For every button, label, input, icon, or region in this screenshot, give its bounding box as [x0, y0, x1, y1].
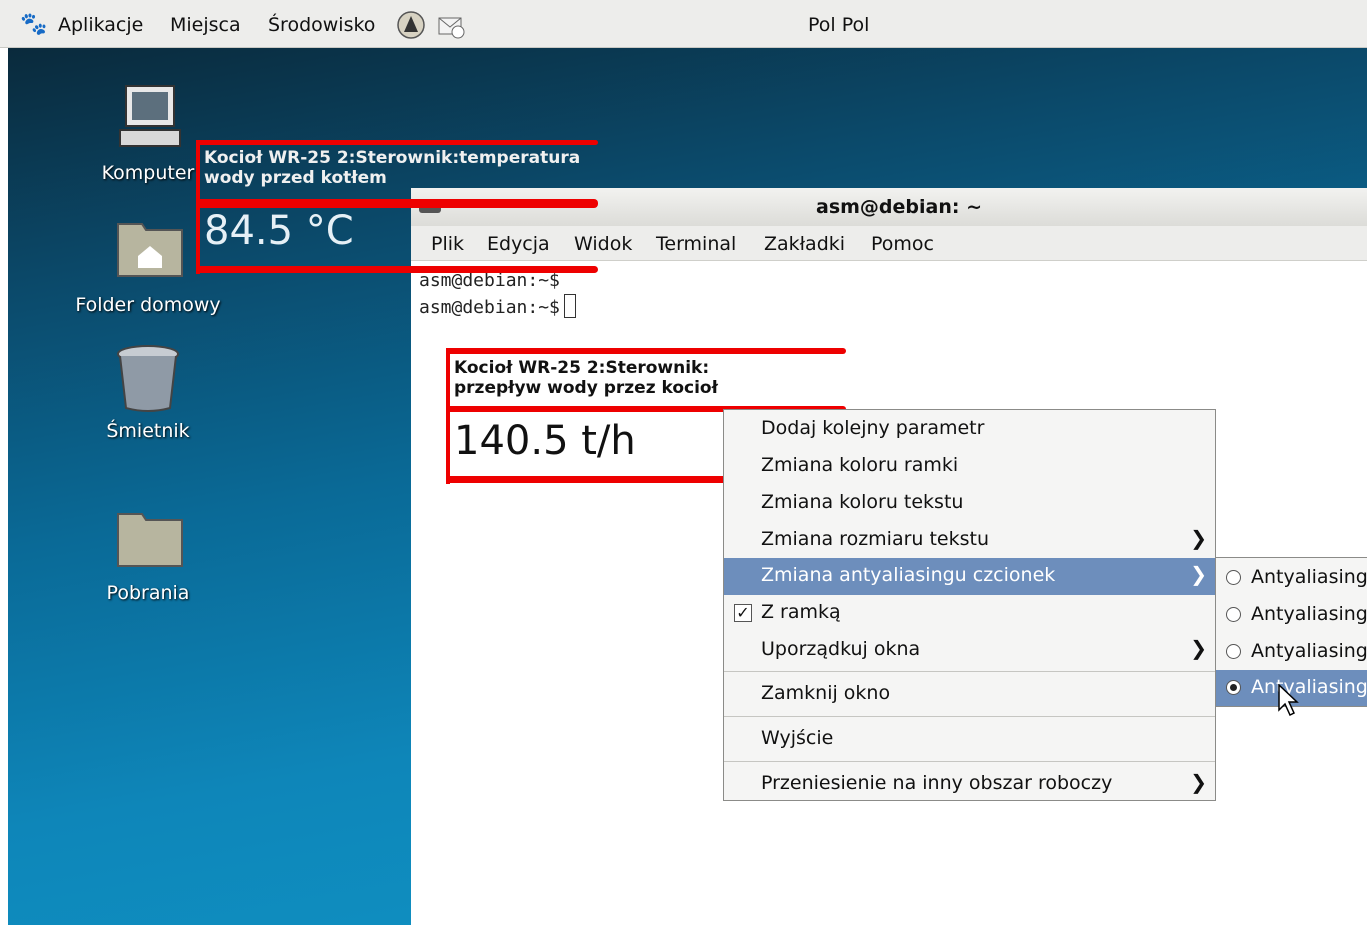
menu-item-antialiasing[interactable]: Zmiana antyaliasingu czcionek ❯ — [724, 558, 1215, 595]
widget-title: Kocioł WR-25 2:Sterownik: przepływ wody … — [454, 358, 718, 398]
mail-clock-icon[interactable] — [436, 10, 466, 40]
menu-aplikacje[interactable]: Aplikacje — [58, 14, 143, 36]
mouse-pointer-icon — [1278, 684, 1299, 717]
menu-srodowisko[interactable]: Środowisko — [268, 14, 375, 36]
terminal-line: asm@debian:~$ — [419, 294, 576, 321]
menu-item-close-window[interactable]: Zamknij okno — [724, 676, 1215, 713]
desktop-icon-label: Folder domowy — [75, 294, 221, 316]
desktop-icon-downloads[interactable]: Pobrania — [68, 508, 228, 618]
user-name[interactable]: Pol Pol — [808, 14, 869, 36]
radio-off-icon[interactable] — [1226, 607, 1241, 622]
menu-item-add-parameter[interactable]: Dodaj kolejny parametr — [724, 411, 1215, 448]
widget-border-top — [446, 348, 846, 354]
desktop-icon-label: Pobrania — [106, 582, 190, 604]
home-folder-icon — [117, 223, 183, 277]
submenu-option[interactable]: Antyaliasing — [1216, 560, 1367, 597]
desktop-icon-label: Śmietnik — [106, 420, 190, 442]
folder-icon — [117, 513, 183, 567]
radio-on-icon[interactable] — [1226, 680, 1241, 695]
radio-off-icon[interactable] — [1226, 570, 1241, 585]
menu-item-text-color[interactable]: Zmiana koloru tekstu — [724, 485, 1215, 522]
menu-item-move-workspace[interactable]: Przeniesienie na inny obszar roboczy ❯ — [724, 766, 1215, 803]
menu-miejsca[interactable]: Miejsca — [170, 14, 241, 36]
computer-icon — [119, 85, 181, 147]
menu-separator — [724, 716, 1215, 717]
terminal-cursor — [563, 294, 576, 318]
widget-value: 140.5 t/h — [454, 418, 636, 464]
menu-item-border-color[interactable]: Zmiana koloru ramki — [724, 448, 1215, 485]
submenu-option[interactable]: Antyaliasing — [1216, 634, 1367, 671]
terminal-output[interactable]: asm@debian:~$ asm@debian:~$ — [419, 267, 576, 321]
menu-terminal[interactable]: Terminal — [656, 233, 736, 255]
menu-pomoc[interactable]: Pomoc — [871, 233, 934, 255]
menu-separator — [724, 671, 1215, 672]
menu-zakladki[interactable]: Zakładki — [764, 233, 845, 255]
chevron-right-icon: ❯ — [1190, 526, 1207, 550]
widget-border-top — [196, 140, 598, 145]
widget-border-bottom — [196, 266, 598, 273]
help-icon[interactable] — [396, 10, 426, 40]
gnome-foot-icon[interactable]: 🐾 — [20, 12, 47, 37]
radio-off-icon[interactable] — [1226, 644, 1241, 659]
widget-value: 84.5 °C — [204, 208, 354, 254]
menu-item-with-border[interactable]: ✓ Z ramką — [724, 595, 1215, 632]
menu-item-exit[interactable]: Wyjście — [724, 721, 1215, 758]
widget-temperature[interactable]: Kocioł WR-25 2:Sterownik:temperatura wod… — [196, 140, 598, 274]
terminal-title: asm@debian: ~ — [816, 196, 983, 218]
trash-icon — [117, 345, 179, 412]
chevron-right-icon: ❯ — [1190, 636, 1207, 660]
checkbox-checked-icon[interactable]: ✓ — [734, 604, 752, 622]
menu-item-text-size[interactable]: Zmiana rozmiaru tekstu ❯ — [724, 522, 1215, 559]
widget-border-left — [446, 348, 450, 484]
desktop-icon-trash[interactable]: Śmietnik — [68, 344, 228, 454]
top-panel: 🐾 Aplikacje Miejsca Środowisko Pol Pol — [0, 0, 1367, 48]
submenu-option[interactable]: Antyaliasing — [1216, 597, 1367, 634]
context-menu: Dodaj kolejny parametr Zmiana koloru ram… — [723, 409, 1216, 801]
widget-divider — [196, 199, 598, 208]
chevron-right-icon: ❯ — [1190, 770, 1207, 794]
widget-title: Kocioł WR-25 2:Sterownik:temperatura wod… — [204, 148, 581, 188]
menu-separator — [724, 761, 1215, 762]
menu-item-arrange-windows[interactable]: Uporządkuj okna ❯ — [724, 632, 1215, 669]
chevron-right-icon: ❯ — [1190, 562, 1207, 586]
